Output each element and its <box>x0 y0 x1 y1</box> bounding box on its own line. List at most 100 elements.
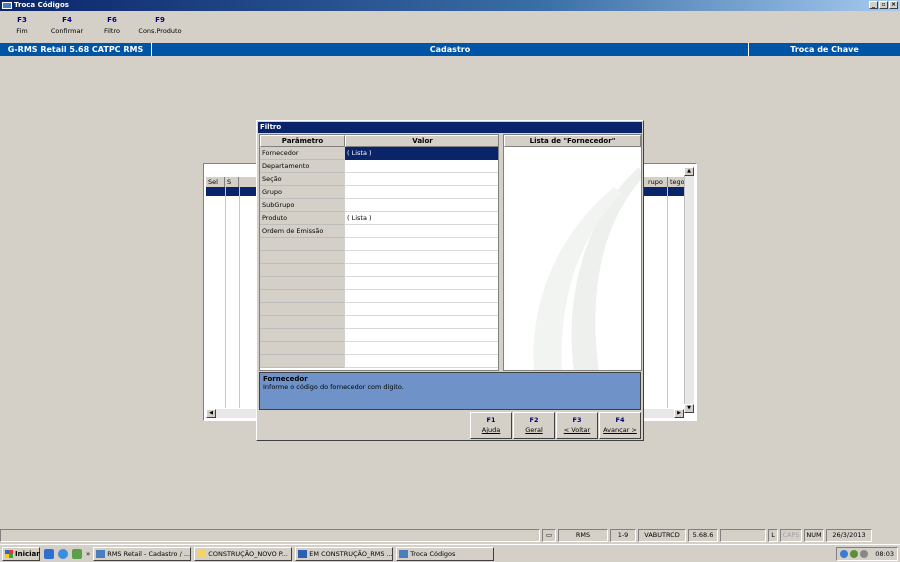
grid-header-grupo[interactable]: rupo <box>646 177 668 187</box>
parameter-row[interactable]: Seção <box>260 173 498 186</box>
watermark-swoosh-icon <box>533 167 641 370</box>
parameter-row[interactable]: Fornecedor( Lista ) <box>260 147 498 160</box>
parameter-value[interactable] <box>344 238 498 251</box>
fkey-code: F3 <box>17 16 27 24</box>
dialog-title: Filtro <box>258 122 642 133</box>
status-l: L <box>768 529 778 542</box>
parameter-value[interactable] <box>344 160 498 173</box>
parameter-row[interactable] <box>260 355 498 368</box>
parameter-value[interactable] <box>344 316 498 329</box>
grid-header-s[interactable]: S <box>225 177 239 187</box>
fkey-filtro-button[interactable]: F6 Filtro <box>90 13 134 41</box>
parameter-row[interactable] <box>260 277 498 290</box>
back-button[interactable]: F3 < Voltar <box>556 412 598 439</box>
fkey-cons-produto-button[interactable]: F9 Cons.Produto <box>134 13 186 41</box>
parameter-grid[interactable]: Parâmetro Valor Fornecedor( Lista ) Depar… <box>259 134 499 371</box>
taskbar-item-document[interactable]: EM CONSTRUÇÃO_RMS ... <box>295 546 394 561</box>
parameter-value[interactable]: ( Lista ) <box>344 212 498 225</box>
parameter-value[interactable] <box>344 199 498 212</box>
quicklaunch-more-icon[interactable]: » <box>86 550 90 558</box>
parameter-row[interactable] <box>260 251 498 264</box>
parameter-row[interactable] <box>260 303 498 316</box>
app-version-label: G-RMS Retail 5.68 CATPC RMS <box>0 43 152 56</box>
parameter-row[interactable] <box>260 316 498 329</box>
antivirus-icon[interactable] <box>850 550 858 558</box>
quicklaunch-ie-icon[interactable] <box>58 548 68 559</box>
parameter-row[interactable]: Grupo <box>260 186 498 199</box>
parameter-name <box>260 238 344 251</box>
status-bar: ▭ RMS 1-9 VABUTRCD 5.68.6 L CAPS NUM 26/… <box>0 528 900 543</box>
parameter-value[interactable] <box>344 251 498 264</box>
parameter-value[interactable] <box>344 303 498 316</box>
volume-icon[interactable] <box>860 550 868 558</box>
scroll-down-arrow-icon[interactable]: ▼ <box>684 404 694 413</box>
parameter-row[interactable]: SubGrupo <box>260 199 498 212</box>
parameter-value[interactable] <box>344 186 498 199</box>
parameter-name <box>260 329 344 342</box>
start-button[interactable]: Iniciar <box>2 546 40 561</box>
window-titlebar: Troca Códigos _ ▫ × <box>0 0 900 11</box>
minimize-button[interactable]: _ <box>869 1 878 9</box>
general-button[interactable]: F2 Geral <box>513 412 555 439</box>
start-label: Iniciar <box>15 549 40 558</box>
status-range: 1-9 <box>610 529 636 542</box>
parameter-value[interactable] <box>344 355 498 368</box>
fkey-confirmar-button[interactable]: F4 Confirmar <box>44 13 90 41</box>
screen-label: Troca de Chave <box>790 45 859 54</box>
maximize-button[interactable]: ▫ <box>879 1 888 9</box>
parameter-value[interactable] <box>344 264 498 277</box>
parameter-name <box>260 277 344 290</box>
parameter-row[interactable]: Departamento <box>260 160 498 173</box>
scroll-right-arrow-icon[interactable]: ▶ <box>674 409 684 418</box>
button-label: < Voltar <box>563 426 591 434</box>
parameter-value[interactable] <box>344 290 498 303</box>
quicklaunch-desktop-icon[interactable] <box>44 548 54 559</box>
taskbar-item-troca-codigos[interactable]: Troca Códigos <box>396 546 495 561</box>
parameter-row[interactable] <box>260 329 498 342</box>
help-title: Fornecedor <box>263 375 308 383</box>
parameter-row[interactable] <box>260 342 498 355</box>
scroll-left-arrow-icon[interactable]: ◀ <box>206 409 216 418</box>
parameter-name: Produto <box>260 212 344 225</box>
help-button[interactable]: F1 Ajuda <box>470 412 512 439</box>
fkey-fim-button[interactable]: F3 Fim <box>0 13 44 41</box>
button-key: F3 <box>572 416 582 424</box>
parameter-value[interactable]: ( Lista ) <box>344 147 498 160</box>
quicklaunch-app-icon[interactable] <box>72 548 82 559</box>
taskbar-item-folder[interactable]: CONSTRUÇÃO_NOVO P... <box>194 546 293 561</box>
parameter-row[interactable] <box>260 290 498 303</box>
list-panel-title: Lista de "Fornecedor" <box>504 135 641 147</box>
next-button[interactable]: F4 Avançar > <box>599 412 641 439</box>
parameter-name <box>260 303 344 316</box>
status-system: RMS <box>558 529 608 542</box>
supplier-list-panel[interactable]: Lista de "Fornecedor" <box>503 134 642 371</box>
parameter-row[interactable]: Produto( Lista ) <box>260 212 498 225</box>
parameter-value[interactable] <box>344 173 498 186</box>
filter-dialog: Filtro Parâmetro Valor Fornecedor( Lista… <box>256 120 644 441</box>
parameter-row[interactable] <box>260 238 498 251</box>
button-key: F1 <box>486 416 496 424</box>
grid-vertical-scrollbar[interactable]: ▲ ▼ <box>684 167 694 413</box>
parameter-value[interactable] <box>344 342 498 355</box>
parameter-name <box>260 355 344 368</box>
close-button[interactable]: × <box>889 1 898 9</box>
scroll-up-arrow-icon[interactable]: ▲ <box>684 167 694 176</box>
parameter-name <box>260 290 344 303</box>
parameter-value[interactable] <box>344 225 498 238</box>
parameter-row[interactable]: Ordem de Emissão <box>260 225 498 238</box>
fkey-code: F6 <box>107 16 117 24</box>
parameter-name: Seção <box>260 173 344 186</box>
status-empty <box>720 529 766 542</box>
parameter-name: Grupo <box>260 186 344 199</box>
grid-header-sel[interactable]: Sel <box>206 177 225 187</box>
taskbar-item-rms-retail[interactable]: RMS Retail - Cadastro / ... <box>93 546 192 561</box>
grid-column-divider <box>667 187 668 408</box>
parameter-name: Departamento <box>260 160 344 173</box>
parameter-value[interactable] <box>344 277 498 290</box>
taskbar-item-label: EM CONSTRUÇÃO_RMS ... <box>309 549 393 558</box>
parameter-value[interactable] <box>344 329 498 342</box>
status-num: NUM <box>804 529 824 542</box>
network-icon[interactable] <box>840 550 848 558</box>
parameter-row[interactable] <box>260 264 498 277</box>
help-panel: Fornecedor Informe o código do fornecedo… <box>259 372 641 410</box>
